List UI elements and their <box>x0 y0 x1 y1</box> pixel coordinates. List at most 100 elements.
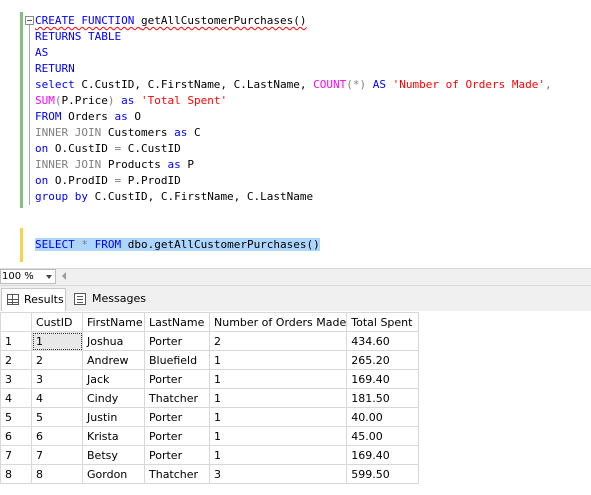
table-cell[interactable]: Betsy <box>82 445 145 465</box>
table-cell[interactable]: 169.40 <box>346 445 420 465</box>
tab-results[interactable]: Results <box>1 288 66 312</box>
table-cell[interactable]: 2 <box>31 350 83 370</box>
table-row[interactable]: 6 6 Krista Porter 1 45.00 <box>0 426 420 446</box>
code-token: = <box>114 174 128 187</box>
table-cell[interactable]: Jack <box>82 369 145 389</box>
table-cell[interactable]: 599.50 <box>346 464 420 484</box>
code-token: RETURNS TABLE <box>35 30 122 43</box>
code-token: , <box>544 78 552 91</box>
code-token: O.CustID <box>54 142 115 155</box>
table-row[interactable]: 4 4 Cindy Thatcher 1 181.50 <box>0 388 420 408</box>
code-token: CREATE FUNCTION <box>35 14 141 27</box>
table-cell[interactable]: 1 <box>208 350 348 370</box>
table-cell[interactable]: Porter <box>144 331 210 351</box>
table-cell[interactable]: 2 <box>208 331 348 351</box>
table-cell[interactable]: Porter <box>144 407 210 427</box>
table-row[interactable]: 5 5 Justin Porter 1 40.00 <box>0 407 420 427</box>
table-row[interactable]: 1 1 Joshua Porter 2 434.60 <box>0 331 420 351</box>
table-row[interactable]: 3 3 Jack Porter 1 169.40 <box>0 369 420 389</box>
code-line[interactable]: RETURN <box>35 61 75 77</box>
column-header[interactable]: LastName <box>144 312 210 332</box>
table-cell[interactable]: 1 <box>31 331 83 351</box>
zoom-dropdown[interactable]: 100 % <box>0 269 56 284</box>
tab-messages-label: Messages <box>92 292 146 305</box>
table-cell[interactable]: 265.20 <box>346 350 420 370</box>
table-cell[interactable]: 45.00 <box>346 426 420 446</box>
table-cell[interactable]: Cindy <box>82 388 145 408</box>
code-line[interactable]: SELECT * FROM dbo.getAllCustomerPurchase… <box>35 237 320 253</box>
table-cell[interactable]: 1 <box>208 445 348 465</box>
code-token: RETURN <box>35 62 75 75</box>
code-line[interactable]: SUM(P.Price) as 'Total Spent' <box>35 93 227 109</box>
code-line[interactable]: INNER JOIN Customers as C <box>35 125 201 141</box>
tab-messages[interactable]: Messages <box>68 288 148 311</box>
code-line[interactable]: select C.CustID, C.FirstName, C.LastName… <box>35 77 552 93</box>
column-header[interactable]: FirstName <box>82 312 145 332</box>
table-cell[interactable]: Joshua <box>82 331 145 351</box>
row-header-corner[interactable] <box>0 312 32 332</box>
table-cell[interactable]: 40.00 <box>346 407 420 427</box>
row-number[interactable]: 2 <box>0 350 32 370</box>
table-row[interactable]: 8 8 Gordon Thatcher 3 599.50 <box>0 464 420 484</box>
collapse-toggle-icon[interactable] <box>25 16 34 25</box>
zoom-value: 100 % <box>2 271 34 282</box>
table-cell[interactable]: Bluefield <box>144 350 210 370</box>
table-cell[interactable]: 5 <box>31 407 83 427</box>
table-cell[interactable]: 3 <box>208 464 348 484</box>
table-cell[interactable]: Porter <box>144 426 210 446</box>
column-header[interactable]: Number of Orders Made <box>208 312 348 332</box>
code-line[interactable]: group by C.CustID, C.FirstName, C.LastNa… <box>35 189 313 205</box>
row-number[interactable]: 7 <box>0 445 32 465</box>
code-line[interactable]: AS <box>35 45 48 61</box>
row-number[interactable]: 1 <box>0 331 32 351</box>
code-line[interactable]: CREATE FUNCTION getAllCustomerPurchases(… <box>35 13 307 29</box>
code-line[interactable]: RETURNS TABLE <box>35 29 121 45</box>
table-cell[interactable]: 6 <box>31 426 83 446</box>
code-token: on <box>35 142 55 155</box>
code-line[interactable]: FROM Orders as O <box>35 109 141 125</box>
code-token: C.CustID, C.FirstName, C.LastName <box>94 190 314 203</box>
chevron-down-icon <box>46 275 52 279</box>
results-grid[interactable]: CustID FirstName LastName Number of Orde… <box>0 311 591 495</box>
table-cell[interactable]: 434.60 <box>346 331 420 351</box>
row-number[interactable]: 5 <box>0 407 32 427</box>
table-cell[interactable]: 1 <box>208 407 348 427</box>
table-cell[interactable]: 169.40 <box>346 369 420 389</box>
table-cell[interactable]: Thatcher <box>144 464 210 484</box>
code-token: = <box>114 142 128 155</box>
row-number[interactable]: 8 <box>0 464 32 484</box>
code-line[interactable]: on O.CustID = C.CustID <box>35 141 181 157</box>
row-number[interactable]: 3 <box>0 369 32 389</box>
table-cell[interactable]: Andrew <box>82 350 145 370</box>
code-token: O <box>134 110 141 123</box>
table-cell[interactable]: 3 <box>31 369 83 389</box>
table-cell[interactable]: Porter <box>144 369 210 389</box>
table-cell[interactable]: 1 <box>208 369 348 389</box>
table-cell[interactable]: Gordon <box>82 464 145 484</box>
table-cell[interactable]: 1 <box>208 426 348 446</box>
sql-editor[interactable]: CREATE FUNCTION getAllCustomerPurchases(… <box>0 0 591 268</box>
column-header[interactable]: Total Spent <box>346 312 420 332</box>
row-number[interactable]: 6 <box>0 426 32 446</box>
change-marker-unsaved <box>20 228 23 262</box>
table-cell[interactable]: 1 <box>208 388 348 408</box>
code-token: INNER JOIN <box>35 126 108 139</box>
code-line[interactable]: INNER JOIN Products as P <box>35 157 194 173</box>
code-token: group by <box>35 190 95 203</box>
table-cell[interactable]: Porter <box>144 445 210 465</box>
table-cell[interactable]: Thatcher <box>144 388 210 408</box>
table-cell[interactable]: 4 <box>31 388 83 408</box>
table-cell[interactable]: Krista <box>82 426 145 446</box>
code-token: INNER JOIN <box>35 158 108 171</box>
code-line[interactable]: on O.ProdID = P.ProdID <box>35 173 181 189</box>
table-cell[interactable]: 7 <box>31 445 83 465</box>
table-row[interactable]: 2 2 Andrew Bluefield 1 265.20 <box>0 350 420 370</box>
table-cell[interactable]: Justin <box>82 407 145 427</box>
table-row[interactable]: 7 7 Betsy Porter 1 169.40 <box>0 445 420 465</box>
scroll-left-icon[interactable] <box>62 272 66 280</box>
table-cell[interactable]: 8 <box>31 464 83 484</box>
row-number[interactable]: 4 <box>0 388 32 408</box>
grid-body: 1 1 Joshua Porter 2 434.60 2 2 Andrew Bluefield 1 2… <box>0 331 420 484</box>
column-header[interactable]: CustID <box>31 312 83 332</box>
table-cell[interactable]: 181.50 <box>346 388 420 408</box>
